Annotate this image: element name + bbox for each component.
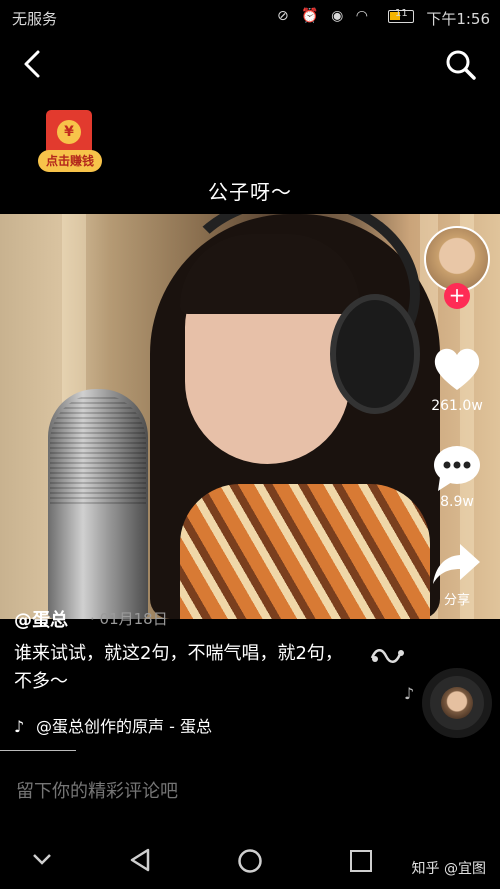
post-caption: 谁来试试，就这2句，不喘气唱，就2句，不多～ (14, 643, 343, 692)
sound-wave-icon (370, 644, 406, 666)
carrier-label: 无服务 (12, 10, 58, 28)
music-title: @蛋总创作的原声 - 蛋总 (36, 717, 212, 736)
nav-recent-button[interactable] (350, 850, 372, 872)
like-button[interactable] (430, 342, 484, 396)
status-icons: ⊘ ⏰ ◉ ◠ (277, 8, 372, 24)
coin-icon: ¥ (57, 120, 81, 144)
status-time: 下午1:56 (426, 10, 490, 28)
back-arrow-icon (24, 50, 40, 78)
like-count: 261.0w (431, 398, 483, 414)
disc-avatar (441, 687, 473, 719)
triangle-back-icon (130, 848, 150, 872)
nav-home-button[interactable] (237, 848, 263, 874)
video-player[interactable] (0, 214, 500, 619)
status-bar: 无服务 ⊘ ⏰ ◉ ◠ 11 下午1:56 (0, 0, 500, 34)
comment-input[interactable] (14, 780, 378, 803)
chevron-down-icon (33, 854, 51, 865)
hide-nav-button[interactable] (30, 848, 54, 870)
music-note-icon: ♪ (404, 684, 415, 703)
search-button[interactable] (444, 48, 478, 82)
circle-home-icon (238, 849, 262, 873)
nav-back-button[interactable] (126, 846, 154, 874)
comment-bubble-icon (434, 446, 480, 491)
battery-icon: 11 (388, 8, 414, 23)
search-icon (446, 50, 476, 80)
divider (0, 750, 76, 751)
comment-button[interactable] (430, 441, 484, 495)
author-name[interactable]: @蛋总 (14, 606, 68, 632)
music-info[interactable]: ♪ @蛋总创作的原声 - 蛋总 (14, 713, 212, 737)
tiktok-note-icon: ♪ (14, 717, 25, 736)
battery-level: 11 (395, 8, 408, 19)
comment-count: 8.9w (440, 494, 474, 510)
follow-button[interactable]: + (444, 283, 470, 309)
headphone-image (330, 294, 420, 414)
watermark: 知乎 @宜图 (411, 861, 486, 877)
music-disc[interactable] (422, 668, 492, 738)
share-button[interactable] (430, 540, 482, 588)
share-label: 分享 (443, 593, 470, 608)
heart-icon (434, 348, 480, 390)
red-packet-promo[interactable]: ¥ 点击赚钱 (38, 110, 102, 174)
back-button[interactable] (18, 46, 50, 82)
share-arrow-icon (433, 544, 480, 584)
video-title: 公子呀～ (208, 180, 292, 204)
promo-label: 点击赚钱 (38, 150, 102, 172)
post-date: · 01月18日 (90, 610, 168, 628)
